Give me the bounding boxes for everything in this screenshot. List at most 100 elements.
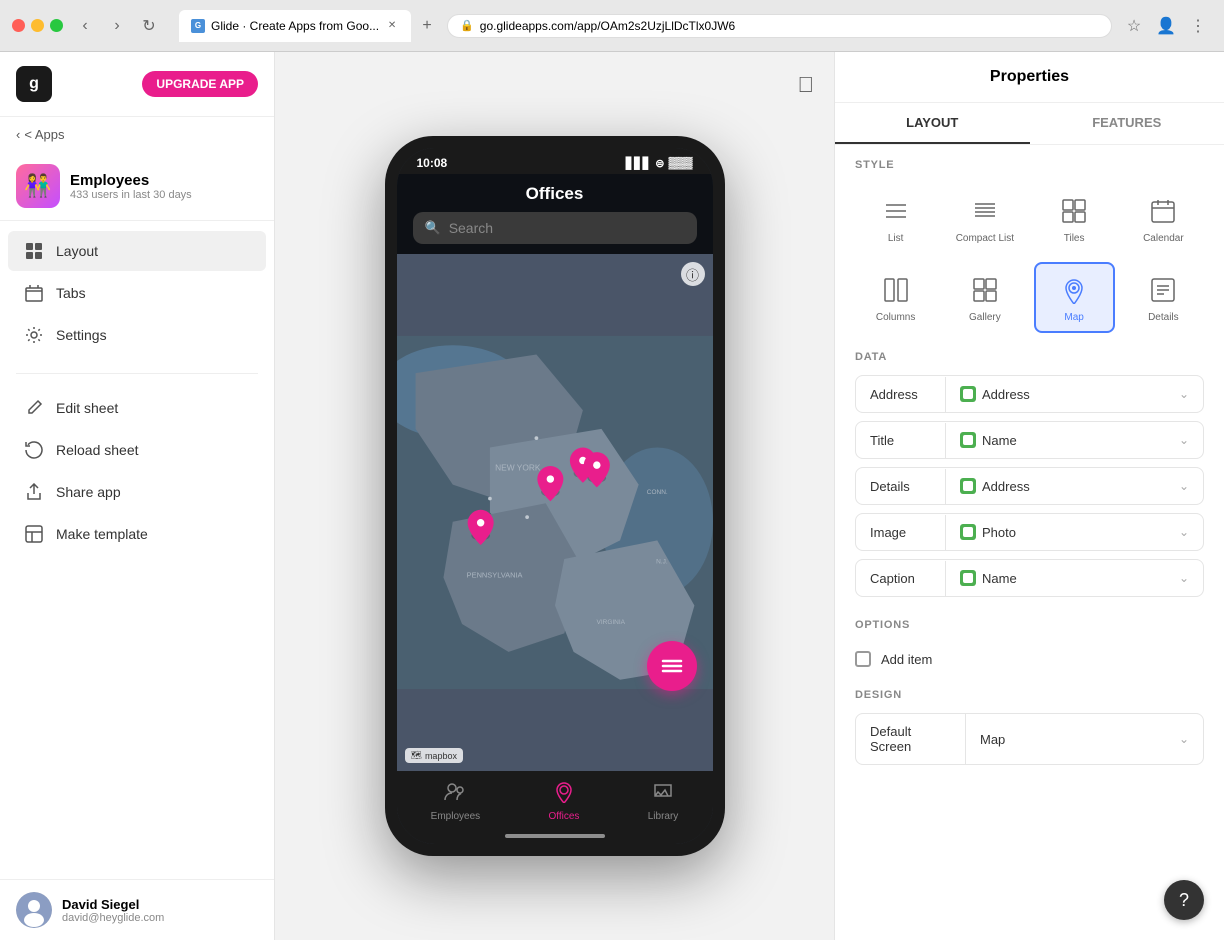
forward-button[interactable]: › [103,12,131,40]
details-badge [960,478,976,494]
caption-value-text: Name [982,571,1017,586]
help-button[interactable]: ? [1164,880,1204,920]
bookmark-button[interactable]: ☆ [1120,12,1148,40]
refresh-button[interactable]: ↻ [135,12,163,40]
tab-layout[interactable]: LAYOUT [835,103,1030,144]
columns-style-label: Columns [876,312,915,323]
sidebar-item-layout[interactable]: Layout [8,231,266,271]
mapbox-attribution: 🗺 mapbox [405,748,463,763]
gallery-style-icon [967,272,1003,308]
phone-search-icon: 🔍 [425,220,441,236]
sidebar-item-make-template[interactable]: Make template [8,514,266,554]
image-badge [960,524,976,540]
style-option-tiles[interactable]: Tiles [1034,183,1115,254]
back-button[interactable]: ‹ [71,12,99,40]
style-option-compact-list[interactable]: Compact List [944,183,1025,254]
svg-text:CONN.: CONN. [646,489,667,496]
design-section-label: DESIGN [855,689,1204,701]
data-row-details[interactable]: Details Address ⌄ [855,467,1204,505]
calendar-style-label: Calendar [1143,233,1184,244]
data-row-address[interactable]: Address Address ⌄ [855,375,1204,413]
details-value-text: Address [982,479,1030,494]
style-option-list[interactable]: List [855,183,936,254]
image-chevron-icon: ⌄ [1179,525,1189,539]
active-tab[interactable]: G Glide · Create Apps from Goo... ✕ [179,10,411,42]
phone-search-bar[interactable]: 🔍 Search [413,212,697,244]
style-option-details[interactable]: Details [1123,262,1204,333]
bottom-nav-offices[interactable]: Offices [536,779,591,824]
sidebar-item-reload-sheet[interactable]: Reload sheet [8,430,266,470]
add-item-checkbox[interactable] [855,651,871,667]
bottom-nav-library[interactable]: Library [636,779,691,824]
user-avatar [16,892,52,928]
image-value-text: Photo [982,525,1016,540]
main-content:  10:08 ▋▋▋ ⊜ ▓▓▓ Offices [275,52,834,940]
maximize-window-button[interactable] [50,19,63,32]
svg-text:NEW YORK: NEW YORK [495,463,541,473]
svg-text:N.J.: N.J. [656,559,668,566]
address-bar[interactable]: 🔒 go.glideapps.com/app/OAm2s2UzjLlDcTlx0… [447,14,1112,38]
profile-button[interactable]: 👤 [1152,12,1180,40]
menu-button[interactable]: ⋮ [1184,12,1212,40]
new-tab-button[interactable]: + [415,14,439,38]
details-field-label: Details [856,469,946,504]
title-chevron-icon: ⌄ [1179,433,1189,447]
default-screen-text: Map [980,732,1005,747]
data-row-image[interactable]: Image Photo ⌄ [855,513,1204,551]
mapbox-label: mapbox [425,751,457,761]
sidebar-bottom: David Siegel david@heyglide.com [0,879,274,940]
sidebar-item-share-app[interactable]: Share app [8,472,266,512]
style-option-map[interactable]: Map [1034,262,1115,333]
tab-close-button[interactable]: ✕ [385,19,399,33]
tabs-icon [24,283,44,303]
battery-icon: ▓▓▓ [668,157,692,169]
glide-logo: g [16,66,52,102]
details-style-icon [1145,272,1181,308]
phone-search-area: 🔍 Search [397,212,713,254]
style-option-calendar[interactable]: Calendar [1123,183,1204,254]
phone-mockup: 10:08 ▋▋▋ ⊜ ▓▓▓ Offices 🔍 Search [385,136,725,856]
mapbox-icon: 🗺 [411,750,422,761]
app-body: g UPGRADE APP ‹ < Apps 👫 Employees 433 u… [0,52,1224,940]
upgrade-app-button[interactable]: UPGRADE APP [142,71,258,97]
tab-features[interactable]: FEATURES [1030,103,1224,144]
app-stats: 433 users in last 30 days [70,189,192,201]
bottom-nav-employees[interactable]: Employees [419,779,492,824]
ssl-icon: 🔒 [460,19,474,32]
caption-badge [960,570,976,586]
design-row-default-screen[interactable]: Default Screen Map ⌄ [855,713,1204,765]
sidebar-item-settings[interactable]: Settings [8,315,266,355]
details-style-label: Details [1148,312,1179,323]
data-row-caption[interactable]: Caption Name ⌄ [855,559,1204,597]
address-field-label: Address [856,377,946,412]
layout-label: Layout [56,243,98,259]
status-icons: ▋▋▋ ⊜ ▓▓▓ [626,157,693,170]
sidebar-item-edit-sheet[interactable]: Edit sheet [8,388,266,428]
user-name: David Siegel [62,897,164,912]
map-style-label: Map [1064,312,1083,323]
close-window-button[interactable] [12,19,25,32]
traffic-lights [12,19,63,32]
tab-favicon: G [191,19,205,33]
sidebar-item-tabs[interactable]: Tabs [8,273,266,313]
minimize-window-button[interactable] [31,19,44,32]
app-icon: 👫 [16,164,60,208]
map-info-button[interactable]: ⓘ [681,262,705,286]
style-section-label: STYLE [855,159,1204,171]
divider-1 [16,373,258,374]
style-option-columns[interactable]: Columns [855,262,936,333]
apps-back-button[interactable]: ‹ < Apps [0,117,274,152]
sidebar-top: g UPGRADE APP [0,52,274,117]
phone-bottom-nav: Employees Offices Library [397,771,713,828]
right-panel: Properties LAYOUT FEATURES STYLE List [834,52,1224,940]
options-section-label: OPTIONS [855,619,1204,631]
share-app-label: Share app [56,484,121,500]
style-option-gallery[interactable]: Gallery [944,262,1025,333]
settings-icon [24,325,44,345]
url-text: go.glideapps.com/app/OAm2s2UzjLlDcTlx0JW… [480,19,735,33]
add-item-row: Add item [855,643,1204,675]
tab-title: Glide · Create Apps from Goo... [211,19,379,33]
apple-logo-icon:  [798,72,815,98]
data-row-title[interactable]: Title Name ⌄ [855,421,1204,459]
fab-button[interactable] [647,641,697,691]
